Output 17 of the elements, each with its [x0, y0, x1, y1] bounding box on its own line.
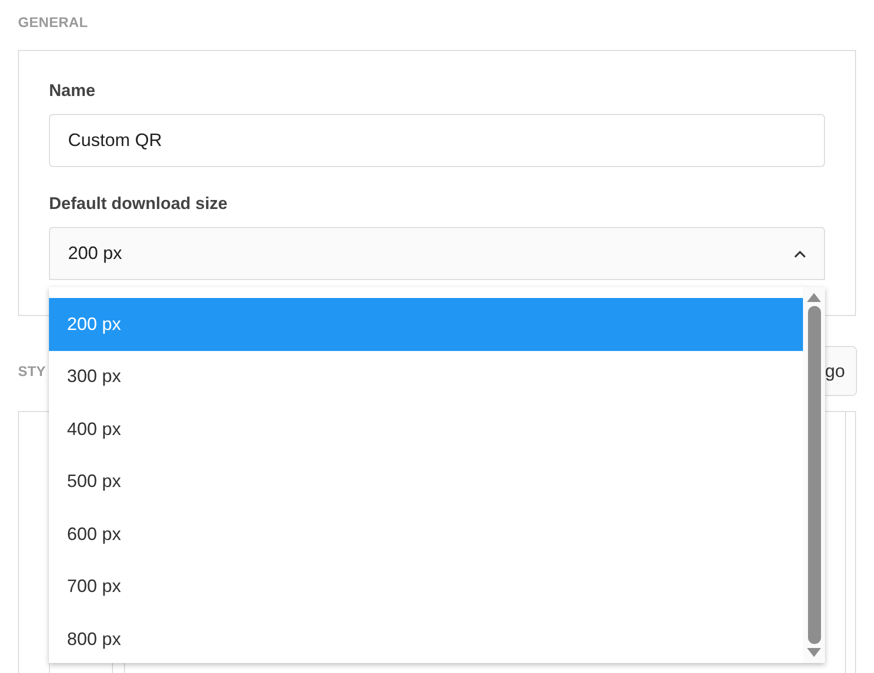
scroll-down-icon[interactable] [807, 648, 821, 657]
dropdown-option[interactable]: 400 px [49, 403, 803, 456]
scroll-up-icon[interactable] [807, 293, 821, 302]
chevron-icon [794, 250, 806, 258]
dropdown-option[interactable]: 800 px [49, 613, 803, 666]
name-input[interactable]: Custom QR [49, 114, 825, 167]
field-label: Name [49, 81, 96, 101]
dropdown-option[interactable]: 500 px [49, 456, 803, 508]
dropdown-option[interactable]: 700 px [49, 560, 803, 613]
dropdown-option[interactable]: 300 px [49, 350, 803, 403]
size-select[interactable]: 200 px [49, 227, 825, 280]
field-label: Default download size [49, 194, 229, 214]
scroll-thumb[interactable] [808, 306, 820, 644]
section-heading: STY [18, 363, 46, 379]
scrollbar[interactable] [803, 287, 825, 663]
dropdown-option[interactable]: 600 px [49, 508, 803, 560]
section-heading: GENERAL [18, 14, 88, 30]
